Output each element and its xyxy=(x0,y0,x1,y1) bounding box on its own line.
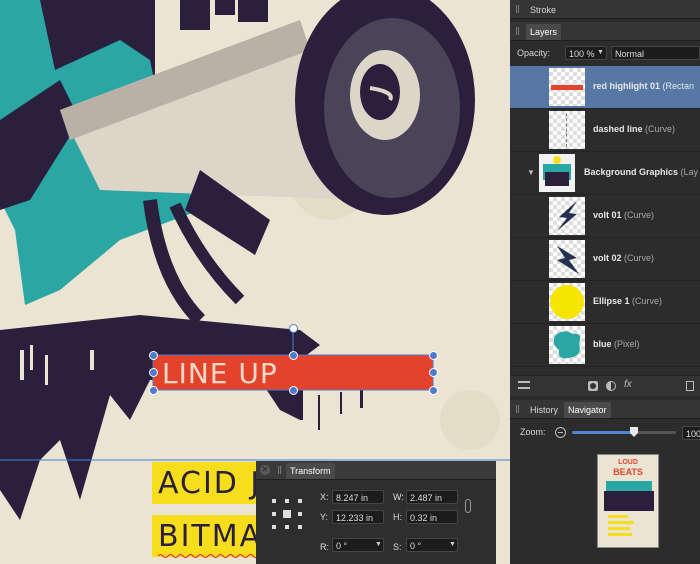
zoom-slider-thumb[interactable] xyxy=(630,427,638,437)
h-label: H: xyxy=(393,512,402,522)
zoom-field[interactable]: 100 xyxy=(682,426,700,440)
layer-name: dashed line xyxy=(593,124,643,134)
handle-top-mid[interactable] xyxy=(289,351,298,360)
opacity-label: Opacity: xyxy=(517,48,551,58)
adjustment-icon[interactable] xyxy=(606,381,616,391)
layer-type: (Curve) xyxy=(645,124,676,134)
layer-name: red highlight 01 xyxy=(593,81,661,91)
zoom-label: Zoom: xyxy=(520,427,546,437)
drag-grip-icon[interactable] xyxy=(516,5,519,13)
opacity-dropdown-icon[interactable]: ▼ xyxy=(597,49,604,56)
anchor-point-selector[interactable] xyxy=(272,499,302,529)
layer-thumbnail xyxy=(549,197,585,235)
layers-footer: fx xyxy=(510,375,700,396)
layer-row-blue[interactable]: blue (Pixel) xyxy=(510,324,700,367)
layer-name: Ellipse 1 xyxy=(593,296,630,306)
lightning-icon xyxy=(557,201,577,231)
link-aspect-icon[interactable] xyxy=(465,499,471,513)
close-icon[interactable]: ✕ xyxy=(260,465,270,475)
shear-dropdown-icon[interactable]: ▼ xyxy=(449,541,456,548)
splash-icon xyxy=(553,331,581,359)
line-up-text: LINE UP xyxy=(162,357,278,390)
w-field[interactable]: 2.487 in xyxy=(406,490,458,504)
drag-grip-icon[interactable] xyxy=(516,405,519,413)
layer-row-volt-02[interactable]: volt 02 (Curve) xyxy=(510,238,700,281)
layer-row-volt-01[interactable]: volt 01 (Curve) xyxy=(510,195,700,238)
layer-thumbnail xyxy=(549,283,585,321)
drag-grip-icon[interactable] xyxy=(516,27,519,35)
handle-rotate[interactable] xyxy=(289,324,298,333)
acid-text: ACID J xyxy=(158,466,262,501)
layer-name: blue xyxy=(593,339,612,349)
bitma-text: BITMA xyxy=(158,519,263,554)
handle-bottom-right[interactable] xyxy=(429,386,438,395)
new-layer-icon[interactable] xyxy=(686,381,694,391)
expand-triangle-icon[interactable]: ▼ xyxy=(527,168,535,177)
layer-thumbnail xyxy=(549,326,585,364)
handle-bottom-left[interactable] xyxy=(149,386,158,395)
layer-name: volt 01 xyxy=(593,210,622,220)
zoom-out-icon[interactable] xyxy=(555,427,566,438)
s-label: S: xyxy=(393,542,402,552)
y-label: Y: xyxy=(320,512,329,522)
layer-row-dashed-line[interactable]: dashed line (Curve) xyxy=(510,109,700,152)
drag-grip-icon[interactable] xyxy=(278,466,281,474)
preview-title-1: LOUD xyxy=(618,459,638,466)
w-label: W: xyxy=(393,492,404,502)
layer-type: (Curve) xyxy=(624,253,655,263)
layer-type: (Curve) xyxy=(624,210,655,220)
zoom-slider-fill xyxy=(572,431,635,434)
layers-panel-header: Layers xyxy=(510,22,700,41)
tab-history[interactable]: History xyxy=(526,402,562,418)
tab-navigator[interactable]: Navigator xyxy=(564,402,611,418)
layers-stack-icon[interactable] xyxy=(518,381,530,389)
handle-top-right[interactable] xyxy=(429,351,438,360)
layer-type: (Pixel) xyxy=(614,339,640,349)
handle-mid-left[interactable] xyxy=(149,368,158,377)
handle-top-left[interactable] xyxy=(149,351,158,360)
blend-mode-select[interactable]: Normal xyxy=(611,46,700,60)
layer-thumbnail xyxy=(549,111,585,149)
h-field[interactable]: 0.32 in xyxy=(406,510,458,524)
preview-title-2: BEATS xyxy=(613,467,643,477)
layer-row-ellipse-1[interactable]: Ellipse 1 (Curve) xyxy=(510,281,700,324)
lightning-icon xyxy=(557,246,579,274)
layer-type: (Rectan xyxy=(662,81,695,91)
y-field[interactable]: 12.233 in xyxy=(332,510,384,524)
layer-name: Background Graphics xyxy=(584,167,679,177)
layer-type: (Curve) xyxy=(632,296,663,306)
navigator-preview[interactable]: LOUD BEATS xyxy=(597,454,659,548)
x-label: X: xyxy=(320,492,329,502)
navigator-panel-header: History Navigator xyxy=(510,400,700,419)
fx-icon[interactable]: fx xyxy=(624,379,632,390)
layer-row-background-graphics[interactable]: ▼ Background Graphics (Lay xyxy=(510,152,700,195)
zoom-slider[interactable] xyxy=(572,427,676,437)
transform-panel: ✕ Transform X: 8.247 in W: 2.487 in Y: 1… xyxy=(256,461,496,564)
mask-icon[interactable] xyxy=(588,381,598,391)
spellcheck-underline xyxy=(158,554,258,558)
layer-name: volt 02 xyxy=(593,253,622,263)
tab-stroke[interactable]: Stroke xyxy=(526,2,560,18)
layer-thumbnail xyxy=(549,68,585,106)
handle-mid-right[interactable] xyxy=(429,368,438,377)
layer-row-red-highlight[interactable]: red highlight 01 (Rectan xyxy=(510,66,700,109)
handle-bottom-mid[interactable] xyxy=(289,386,298,395)
layer-thumbnail xyxy=(539,154,575,192)
tab-layers[interactable]: Layers xyxy=(526,24,562,40)
studio-panels: Stroke Layers Opacity: 100 % ▼ Normal re… xyxy=(510,0,700,564)
tab-transform[interactable]: Transform xyxy=(286,463,335,479)
transform-titlebar: ✕ Transform xyxy=(256,461,496,480)
layer-type: (Lay xyxy=(680,167,699,177)
r-label: R: xyxy=(320,542,329,552)
x-field[interactable]: 8.247 in xyxy=(332,490,384,504)
stroke-panel-header: Stroke xyxy=(510,0,700,19)
rotation-dropdown-icon[interactable]: ▼ xyxy=(375,541,382,548)
layer-thumbnail xyxy=(549,240,585,278)
